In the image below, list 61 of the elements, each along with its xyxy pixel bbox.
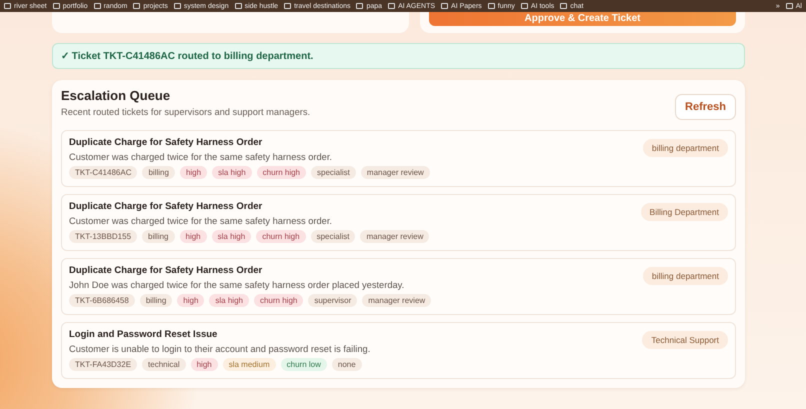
tag: churn low — [280, 358, 327, 371]
department-tag: Billing Department — [640, 203, 728, 221]
tag: billing — [142, 230, 174, 243]
ticket-card[interactable]: Duplicate Charge for Safety Harness Order Customer was charged twice for the same safety harness order. TKT-13BBD155 billing high sla high churn high specialist manager review Billing Department — [61, 194, 736, 251]
tag: churn high — [256, 230, 306, 243]
ticket-summary: Customer was charged twice for the same safety harness order. — [69, 216, 334, 226]
folder-icon — [174, 3, 181, 9]
tag: specialist — [311, 166, 356, 179]
tag: high — [180, 166, 208, 179]
tag: TKT-13BBD155 — [69, 230, 138, 243]
panel-subtitle: Recent routed tickets for supervisors and support managers. — [61, 107, 310, 117]
ticket-title: Duplicate Charge for Safety Harness Order — [69, 137, 264, 148]
tag: high — [177, 294, 204, 307]
department-tag: Technical Support — [642, 331, 728, 349]
ticket-title: Duplicate Charge for Safety Harness Order — [69, 201, 264, 212]
folder-icon — [94, 3, 101, 9]
folder-icon — [133, 3, 140, 9]
tag: high — [190, 358, 218, 371]
folder-icon — [284, 3, 292, 9]
ticket-card[interactable]: Login and Password Reset Issue Customer is unable to login to their account and password reset is failing. TKT-FA43D32E technical high sla medium churn low none Technical Support — [61, 322, 736, 379]
ticket-title: Login and Password Reset Issue — [69, 329, 218, 340]
tag: high — [180, 230, 207, 243]
folder-icon — [356, 3, 364, 9]
tag: technical — [142, 358, 186, 371]
ticket-summary: John Doe was charged twice for the same safety harness order placed yesterday. — [69, 280, 406, 290]
tag: supervisor — [308, 294, 358, 307]
tag: manager review — [360, 230, 430, 243]
ticket-title: Duplicate Charge for Safety Harness Order — [69, 265, 264, 276]
tag: sla high — [212, 230, 252, 243]
tag: TKT-C41486AC — [69, 166, 138, 179]
department-tag: billing department — [642, 267, 728, 285]
folder-icon — [560, 3, 568, 9]
ticket-summary: Customer is unable to login to their account and password reset is failing. — [69, 344, 370, 354]
tag: TKT-6B686458 — [69, 294, 135, 307]
folder-icon — [520, 3, 528, 9]
tag: sla high — [212, 166, 252, 179]
tag: sla high — [209, 294, 249, 307]
folder-icon — [52, 3, 60, 9]
success-notice: ✓ Ticket TKT-C41486AC routed to billing department. — [52, 43, 745, 69]
tag: manager review — [360, 166, 430, 179]
refresh-button[interactable]: Refresh — [675, 94, 736, 120]
tag: TKT-FA43D32E — [69, 358, 138, 371]
ticket-summary: Customer was charged twice for the same safety harness order. — [69, 152, 334, 162]
department-tag: billing department — [642, 139, 728, 157]
tag: manager review — [362, 294, 432, 307]
ticket-card[interactable]: Duplicate Charge for Safety Harness Order Customer was charged twice for the same safety harness order. TKT-C41486AC billing high sla high churn high specialist manager review billing department — [61, 130, 736, 187]
tag: billing — [140, 294, 172, 307]
folder-icon — [488, 3, 495, 9]
folder-icon — [441, 3, 448, 9]
panel-title: Escalation Queue — [61, 88, 172, 103]
tag: churn high — [256, 166, 306, 179]
tag: none — [332, 358, 362, 371]
tag: specialist — [310, 230, 356, 243]
folder-icon — [786, 3, 793, 9]
tag: sla medium — [222, 358, 276, 371]
tag: billing — [142, 166, 175, 179]
folder-icon — [4, 3, 11, 9]
folder-icon — [388, 3, 396, 9]
folder-icon — [234, 3, 242, 9]
tag: churn high — [254, 294, 304, 307]
ticket-card[interactable] — [61, 258, 736, 315]
